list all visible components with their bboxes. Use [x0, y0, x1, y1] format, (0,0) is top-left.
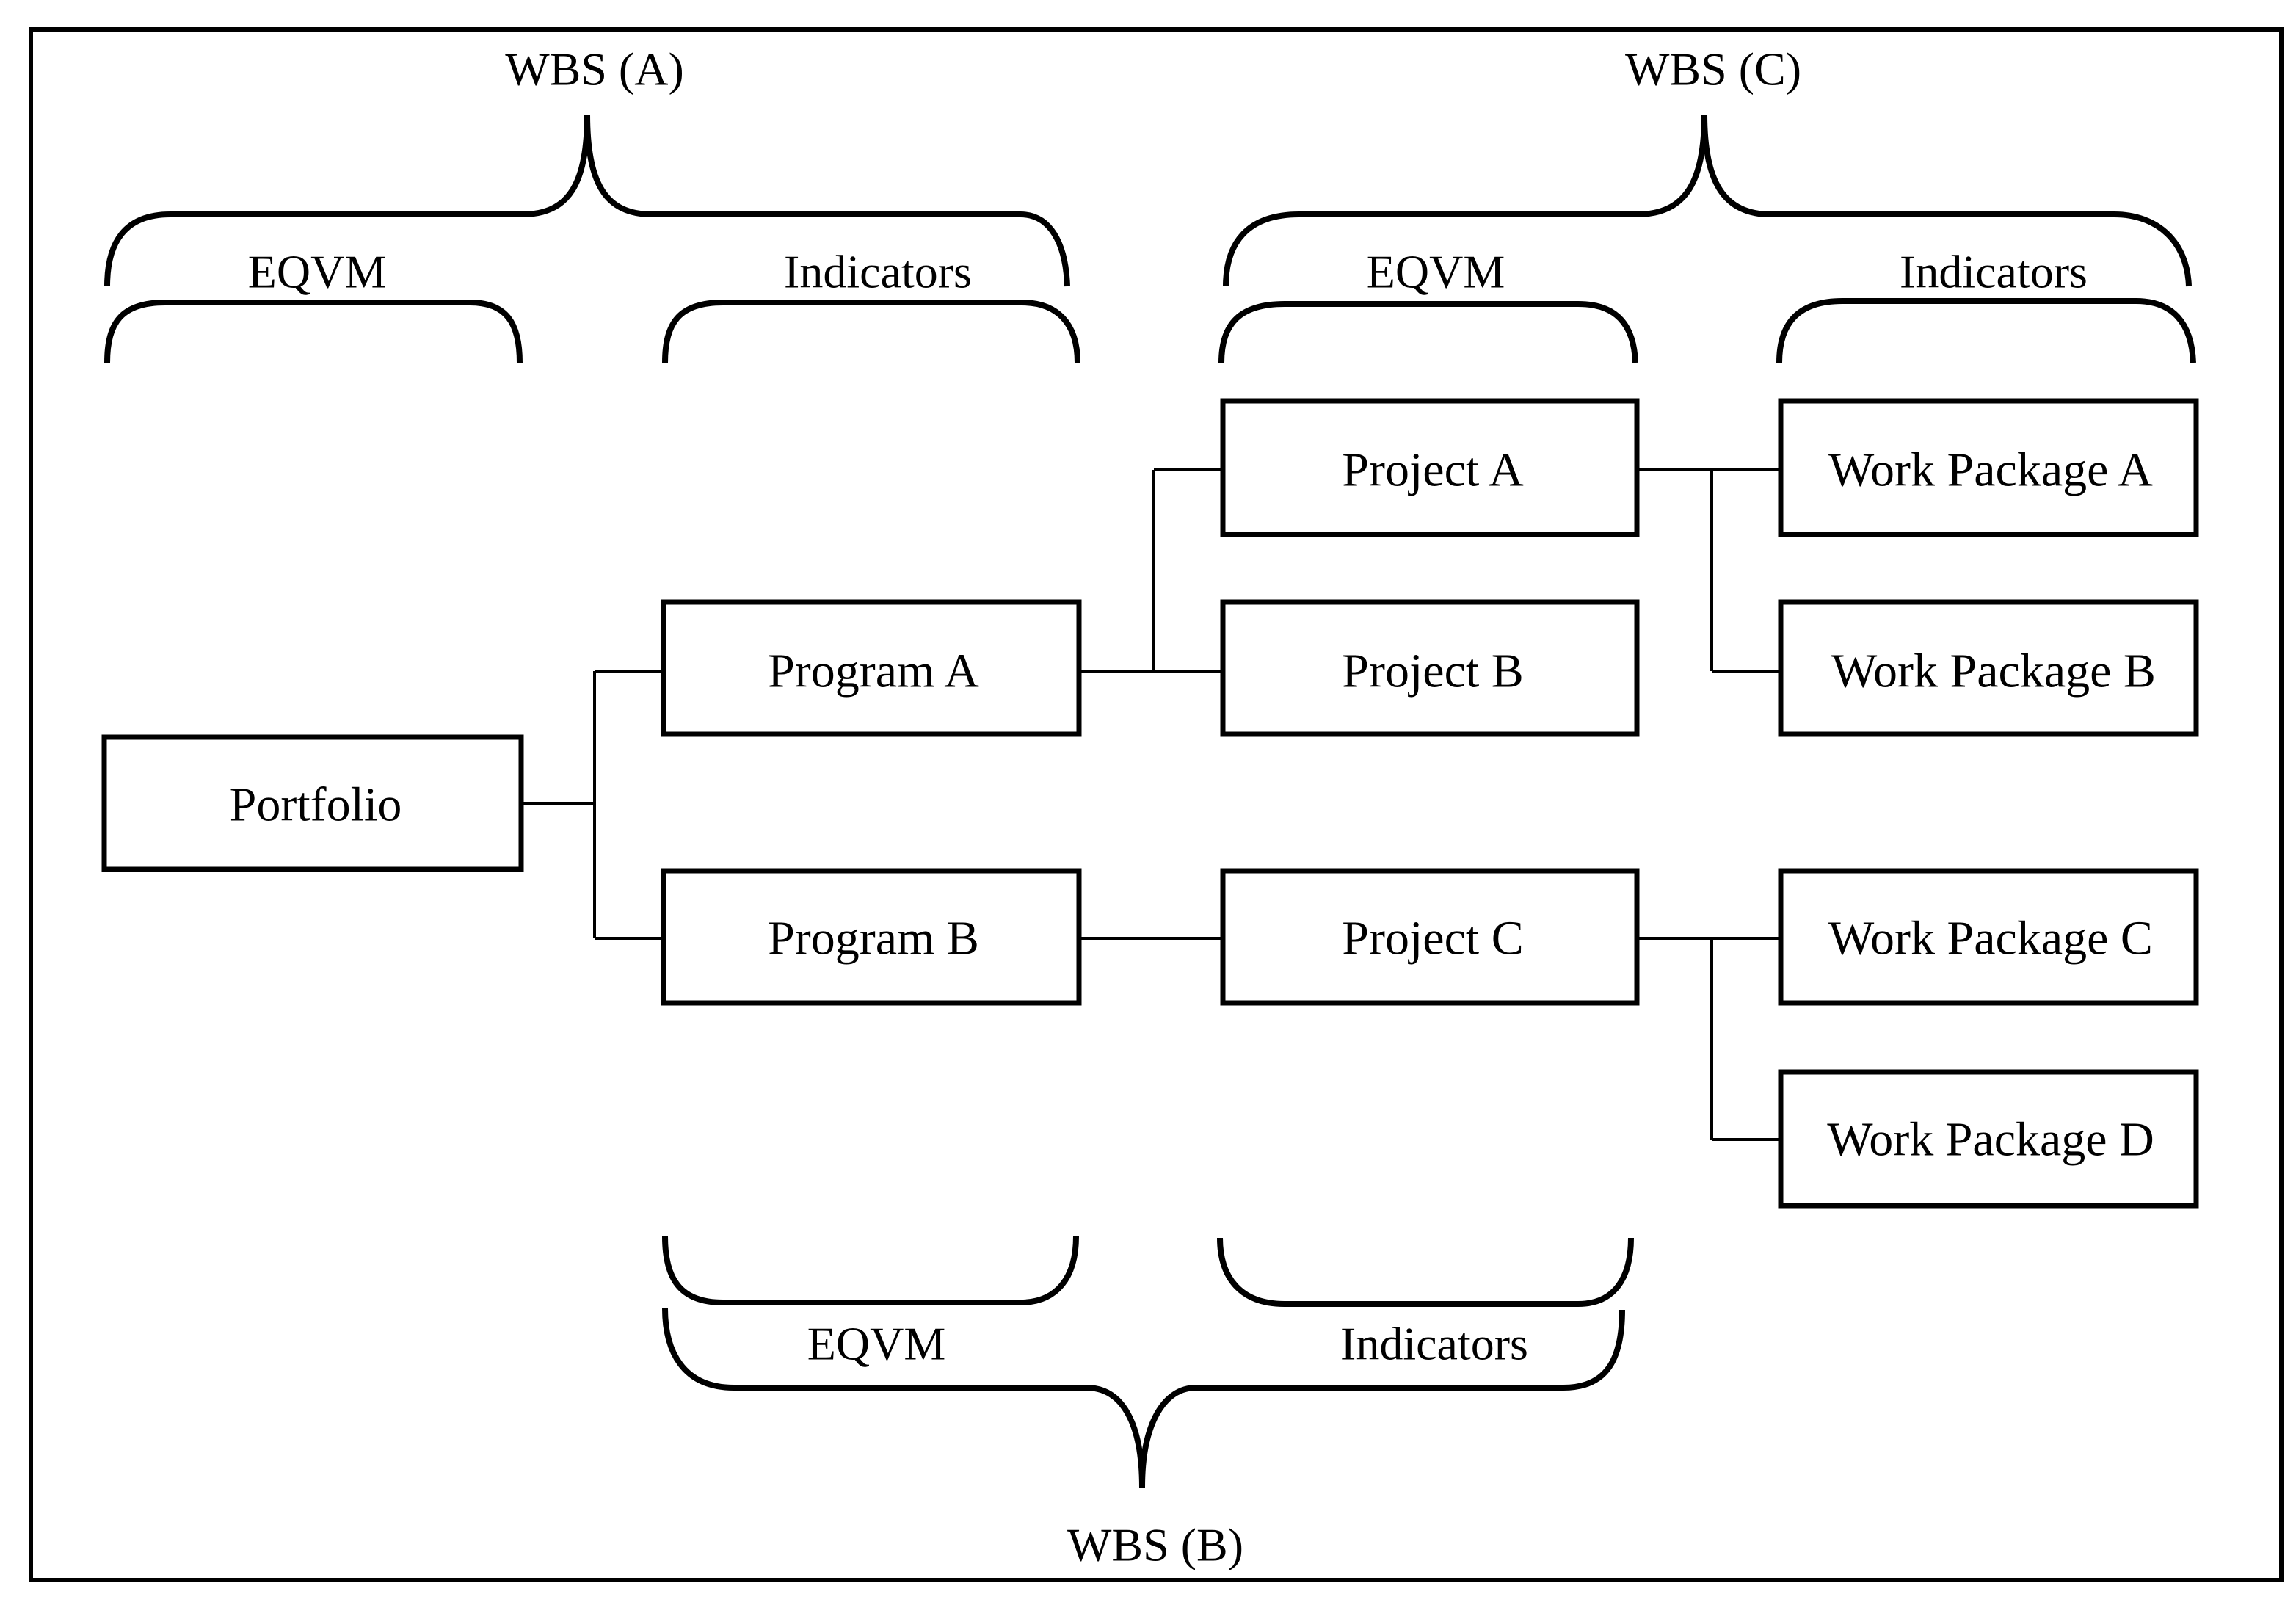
wbs-a-label: WBS (A)	[505, 43, 684, 95]
wbs-a-indicators-label: Indicators	[784, 246, 972, 298]
node-program-b: Program B	[661, 868, 1082, 1006]
node-label: Work Package C	[1828, 912, 2153, 965]
wbs-a-eqvm-label: EQVM	[248, 246, 386, 298]
wbs-b-indicators-label: Indicators	[1340, 1318, 1528, 1370]
connector-portfolio-programs	[521, 670, 664, 940]
node-work-package-c: Work Package C	[1778, 868, 2199, 1006]
wbs-diagram: WBS (A) EQVM Indicators WBS (C) EQVM Ind…	[29, 27, 2284, 1582]
wbs-c-eqvm-brace	[1218, 301, 1638, 363]
node-project-c: Project C	[1220, 868, 1640, 1006]
wbs-c-label: WBS (C)	[1625, 43, 1801, 95]
wbs-b-eqvm-brace	[662, 1236, 1079, 1305]
node-work-package-d: Work Package D	[1778, 1069, 2199, 1209]
wbs-b-indicators-brace	[1217, 1237, 1634, 1307]
node-portfolio: Portfolio	[101, 734, 524, 872]
node-label: Project A	[1342, 443, 1524, 497]
node-label: Project C	[1342, 912, 1523, 965]
wbs-a-eqvm-brace	[104, 300, 523, 363]
node-work-package-b: Work Package B	[1778, 599, 2199, 737]
node-label: Program B	[768, 912, 979, 965]
wbs-c-indicators-label: Indicators	[1900, 246, 2088, 298]
wbs-b-eqvm-label: EQVM	[807, 1318, 945, 1370]
node-label: Work Package A	[1828, 443, 2153, 497]
wbs-c-indicators-brace	[1776, 298, 2196, 363]
node-label: Portfolio	[230, 778, 402, 832]
node-label: Work Package B	[1831, 645, 2156, 698]
connector-project-a-work-packages	[1637, 468, 1781, 673]
node-project-a: Project A	[1220, 398, 1640, 537]
wbs-a-indicators-brace	[662, 300, 1080, 363]
node-project-b: Project B	[1220, 599, 1640, 737]
connector-program-a-projects	[1079, 468, 1223, 673]
node-program-a: Program A	[661, 599, 1082, 737]
node-label: Project B	[1342, 645, 1523, 698]
wbs-c-eqvm-label: EQVM	[1367, 246, 1505, 298]
connector-project-c-work-packages	[1637, 937, 1781, 1141]
node-label: Work Package D	[1827, 1113, 2154, 1167]
wbs-b-label: WBS (B)	[1067, 1519, 1243, 1571]
connectors	[521, 468, 1781, 1141]
node-label: Program A	[768, 645, 979, 698]
node-work-package-a: Work Package A	[1778, 398, 2199, 537]
